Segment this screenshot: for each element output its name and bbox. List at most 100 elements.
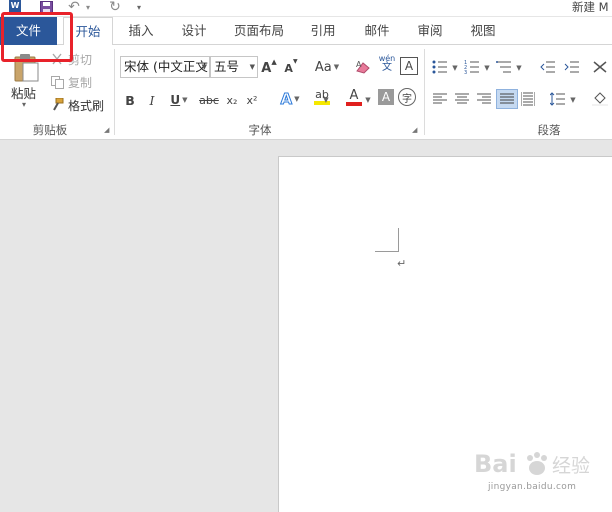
document-title: 新建 M [572,0,609,14]
increase-indent-button[interactable] [562,58,582,76]
character-border-button[interactable]: A [400,57,418,75]
font-color-bar [346,101,362,106]
save-icon[interactable] [40,0,53,14]
numbered-list-icon: 123 [464,60,479,74]
font-size-combobox[interactable]: 五号 ▼ [210,56,258,78]
justify-button[interactable] [496,89,518,109]
tab-view[interactable]: 视图 [460,17,506,45]
grow-font-button[interactable]: A ▲ [261,58,277,78]
underline-button[interactable]: U ▼ [166,90,192,110]
svg-text:经验: 经验 [552,455,590,477]
redo-icon[interactable]: ↻ [107,0,123,15]
svg-text:A: A [356,60,362,69]
numbering-button[interactable]: 123 [462,58,482,76]
format-painter-button[interactable]: 格式刷 [50,96,104,114]
paste-dropdown-icon[interactable]: ▾ [22,100,26,109]
superscript-button[interactable]: x² [244,90,260,110]
line-spacing-button[interactable] [548,90,568,108]
character-shading-button[interactable]: A [378,89,394,105]
bold-button[interactable]: B [124,90,136,110]
shrink-font-icon: A [284,61,293,75]
grow-font-icon: A [261,60,272,76]
shrink-font-caret-icon: ▼ [292,58,298,65]
margin-corner-mark [375,228,399,252]
enclose-characters-button[interactable]: 字 [398,88,416,106]
align-right-icon [477,93,491,104]
format-painter-label: 格式刷 [68,98,105,113]
tab-mailings[interactable]: 邮件 [354,17,400,45]
character-border-icon: A [404,59,414,73]
align-left-icon [433,93,447,104]
increase-indent-icon [564,61,579,73]
subscript-button[interactable]: x₂ [224,90,240,110]
decrease-indent-button[interactable] [538,58,558,76]
bullet-list-icon [432,60,447,74]
ribbon-tab-bar: 文件 开始 插入 设计 页面布局 引用 邮件 审阅 视图 [0,17,612,46]
eraser-icon: A [356,60,370,74]
tab-review[interactable]: 审阅 [407,17,453,45]
copy-button[interactable]: 复制 [50,73,92,91]
copy-label: 复制 [68,75,93,90]
numbering-dropdown-icon[interactable]: ▼ [482,58,490,78]
underline-icon: U [170,93,181,107]
line-spacing-dropdown-icon[interactable]: ▼ [568,90,576,110]
clipboard-launcher-icon[interactable]: ◢ [104,126,112,134]
font-name-combobox[interactable]: 宋体 (中文正文 ▼ [120,56,210,78]
font-color-icon: A [349,87,359,103]
scissors-icon [50,52,64,66]
tab-home[interactable]: 开始 [63,17,113,46]
chevron-down-icon: ▼ [294,95,300,103]
shading-button[interactable] [590,90,610,108]
italic-button[interactable]: I [146,90,158,110]
tab-design[interactable]: 设计 [171,17,217,45]
grow-font-caret-icon: ▲ [271,58,277,66]
multilevel-list-icon [496,61,511,73]
align-right-button[interactable] [474,90,494,108]
tab-page-layout[interactable]: 页面布局 [226,17,292,45]
cut-label: 剪切 [68,52,93,67]
change-case-button[interactable]: Aa ▼ [312,57,342,77]
font-color-dropdown-icon[interactable]: ▼ [362,90,372,110]
undo-icon[interactable]: ↶ [66,0,82,15]
word-app-icon[interactable]: W [9,0,21,12]
text-effects-icon: A [280,90,293,109]
group-divider [114,49,115,135]
decrease-indent-icon [540,61,555,73]
phonetic-guide-button[interactable]: wén 文 [376,53,398,73]
customize-qat-icon[interactable]: ▾ [134,0,144,14]
clipboard-paste-icon[interactable] [14,53,40,83]
chinese-layout-button[interactable] [590,58,610,76]
tab-file[interactable]: 文件 [0,17,57,45]
clipboard-group-label: 剪贴板 [32,123,68,137]
distributed-icon [521,92,535,106]
text-effects-button[interactable]: A ▼ [276,89,304,109]
chevron-down-icon: ▼ [182,96,188,104]
align-left-button[interactable] [430,90,450,108]
tab-references[interactable]: 引用 [300,17,346,45]
phonetic-bottom-text: 文 [382,62,392,73]
font-name-value: 宋体 (中文正文 [124,59,208,74]
cut-button[interactable]: 剪切 [50,50,92,68]
shrink-font-button[interactable]: A ▼ [284,58,298,78]
multilevel-dropdown-icon[interactable]: ▼ [514,58,522,78]
tab-insert[interactable]: 插入 [118,17,164,45]
paint-bucket-icon [592,92,608,106]
change-case-icon: Aa [314,59,332,75]
justify-icon [500,93,514,104]
clear-formatting-button[interactable]: A [354,57,372,77]
bullets-dropdown-icon[interactable]: ▼ [450,58,458,78]
font-launcher-icon[interactable]: ◢ [412,126,420,134]
strikethrough-button[interactable]: abc [198,90,220,110]
chevron-down-icon: ▼ [201,63,207,71]
paragraph-group-label: 段落 [537,123,561,137]
highlight-dropdown-icon[interactable]: ▼ [320,90,330,110]
chevron-down-icon: ▼ [249,63,255,71]
undo-dropdown-icon[interactable]: ▾ [84,0,92,14]
watermark-url: jingyan.baidu.com [488,482,577,492]
align-center-button[interactable] [452,90,472,108]
font-size-value: 五号 [214,59,240,74]
paragraph-mark-icon: ↵ [397,257,407,270]
distributed-button[interactable] [518,90,538,108]
multilevel-list-button[interactable] [494,58,514,76]
bullets-button[interactable] [430,58,450,76]
